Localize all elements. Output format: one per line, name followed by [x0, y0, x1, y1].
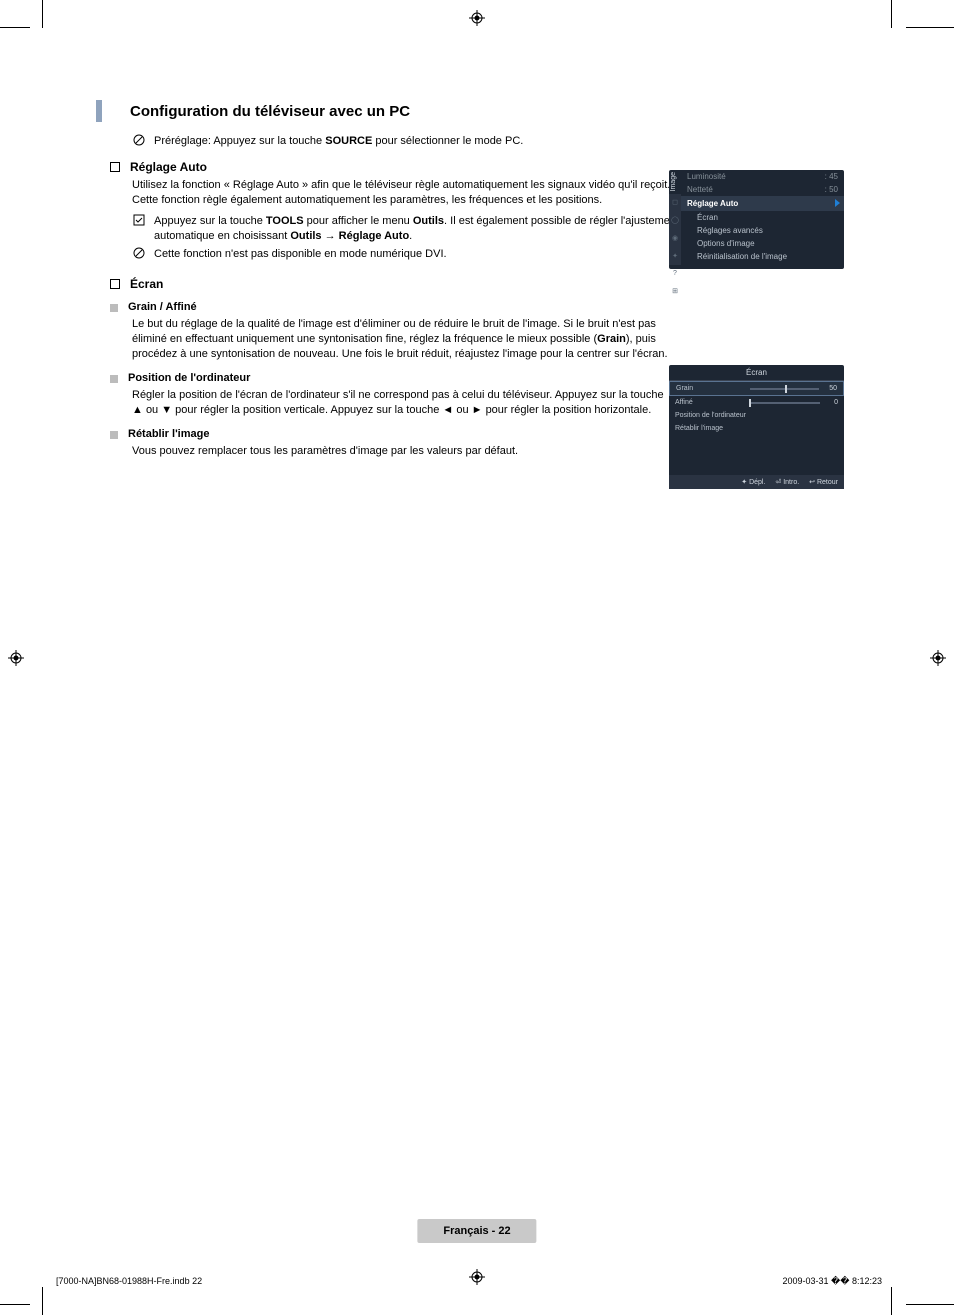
retablir-heading: Rétablir l'image	[128, 428, 209, 440]
subheading-ecran: Écran	[130, 277, 163, 291]
preset-text: Préréglage: Appuyez sur la touche SOURCE…	[154, 134, 523, 149]
osd-side-icon: ⊞	[672, 287, 678, 295]
crop-mark	[0, 27, 30, 28]
osd2-return-hint: ↩ Retour	[809, 478, 838, 486]
osd2-row-grain: Grain 50	[669, 381, 844, 396]
gray-bullet-icon	[110, 375, 118, 383]
position-heading: Position de l'ordinateur	[128, 372, 250, 384]
retablir-body: Vous pouvez remplacer tous les paramètre…	[132, 444, 672, 459]
osd-side-icon: ?	[673, 270, 677, 277]
grain-heading: Grain / Affiné	[128, 301, 197, 313]
title-bullet	[96, 100, 102, 122]
osd2-row-affine: Affiné 0	[669, 396, 844, 409]
section-title: Configuration du téléviseur avec un PC	[130, 103, 410, 120]
osd2-title: Écran	[669, 365, 844, 381]
reglage-auto-body: Utilisez la fonction « Réglage Auto » af…	[132, 178, 672, 208]
registration-mark-icon	[469, 10, 485, 26]
preset-note: Préréglage: Appuyez sur la touche SOURCE…	[132, 134, 844, 150]
page-number-badge: Français - 22	[417, 1219, 536, 1243]
osd2-move-hint: ✦ Dépl.	[741, 478, 765, 486]
osd2-footer: ✦ Dépl. ⏎ Intro. ↩ Retour	[669, 475, 844, 489]
crop-mark	[891, 0, 892, 28]
registration-mark-icon	[930, 650, 946, 666]
position-body: Régler la position de l'écran de l'ordin…	[132, 388, 672, 418]
osd-row-luminosite: Luminosité : 45	[681, 170, 844, 183]
dvi-text: Cette fonction n'est pas disponible en m…	[154, 247, 447, 262]
osd-side-icon: ◻	[672, 198, 678, 206]
osd-item-reglages-avances: Réglages avancés	[681, 224, 844, 237]
document-footer: [7000-NA]BN68-01988H-Fre.indb 22 2009-03…	[56, 1276, 882, 1287]
note-icon	[132, 247, 146, 263]
osd-side-icon: ◉	[672, 234, 678, 242]
osd-side-icon: ◯	[671, 216, 679, 224]
osd-ecran-menu: Écran Grain 50 Affiné 0 Position de l'or…	[669, 365, 844, 489]
chevron-right-icon	[835, 199, 840, 207]
subitem-grain: Grain / Affiné	[110, 301, 844, 313]
square-bullet-icon	[110, 279, 120, 289]
crop-mark	[906, 27, 954, 28]
osd-item-ecran: Écran	[681, 211, 844, 224]
crop-mark	[906, 1304, 954, 1305]
grain-body: Le but du réglage de la qualité de l'ima…	[132, 317, 672, 362]
osd-side-strip: ◻ ◯ ◉ ✦ ? ⊞	[669, 194, 681, 265]
osd2-enter-hint: ⏎ Intro.	[775, 478, 799, 486]
osd-item-reinitialisation: Réinitialisation de l'image	[681, 250, 844, 263]
osd-row-nettete: Netteté : 50	[681, 183, 844, 196]
osd-selected-reglage-auto: Réglage Auto	[681, 196, 844, 211]
crop-mark	[0, 1304, 30, 1305]
osd-side-label: Image	[670, 172, 677, 191]
tools-icon	[132, 214, 146, 230]
crop-mark	[891, 1287, 892, 1315]
crop-mark	[42, 0, 43, 28]
subheading-reglage-auto: Réglage Auto	[130, 160, 207, 174]
osd2-row-position: Position de l'ordinateur	[669, 409, 844, 422]
crop-mark	[42, 1287, 43, 1315]
square-bullet-icon	[110, 162, 120, 172]
osd-item-options-image: Options d'image	[681, 237, 844, 250]
doc-footer-right: 2009-03-31 �� 8:12:23	[782, 1276, 882, 1287]
gray-bullet-icon	[110, 304, 118, 312]
osd-side-icon: ✦	[672, 252, 678, 260]
slider	[749, 402, 820, 404]
osd-image-menu: Image ◻ ◯ ◉ ✦ ? ⊞ Luminosité : 45 Nettet…	[669, 170, 844, 269]
note-icon	[132, 134, 146, 150]
registration-mark-icon	[8, 650, 24, 666]
doc-footer-left: [7000-NA]BN68-01988H-Fre.indb 22	[56, 1276, 202, 1287]
slider	[750, 388, 819, 390]
gray-bullet-icon	[110, 431, 118, 439]
tools-text: Appuyez sur la touche TOOLS pour affiche…	[154, 214, 694, 244]
subsection-ecran: Écran	[110, 277, 844, 291]
section-title-bar: Configuration du téléviseur avec un PC	[96, 100, 844, 122]
osd2-row-retablir: Rétablir l'image	[669, 422, 844, 435]
